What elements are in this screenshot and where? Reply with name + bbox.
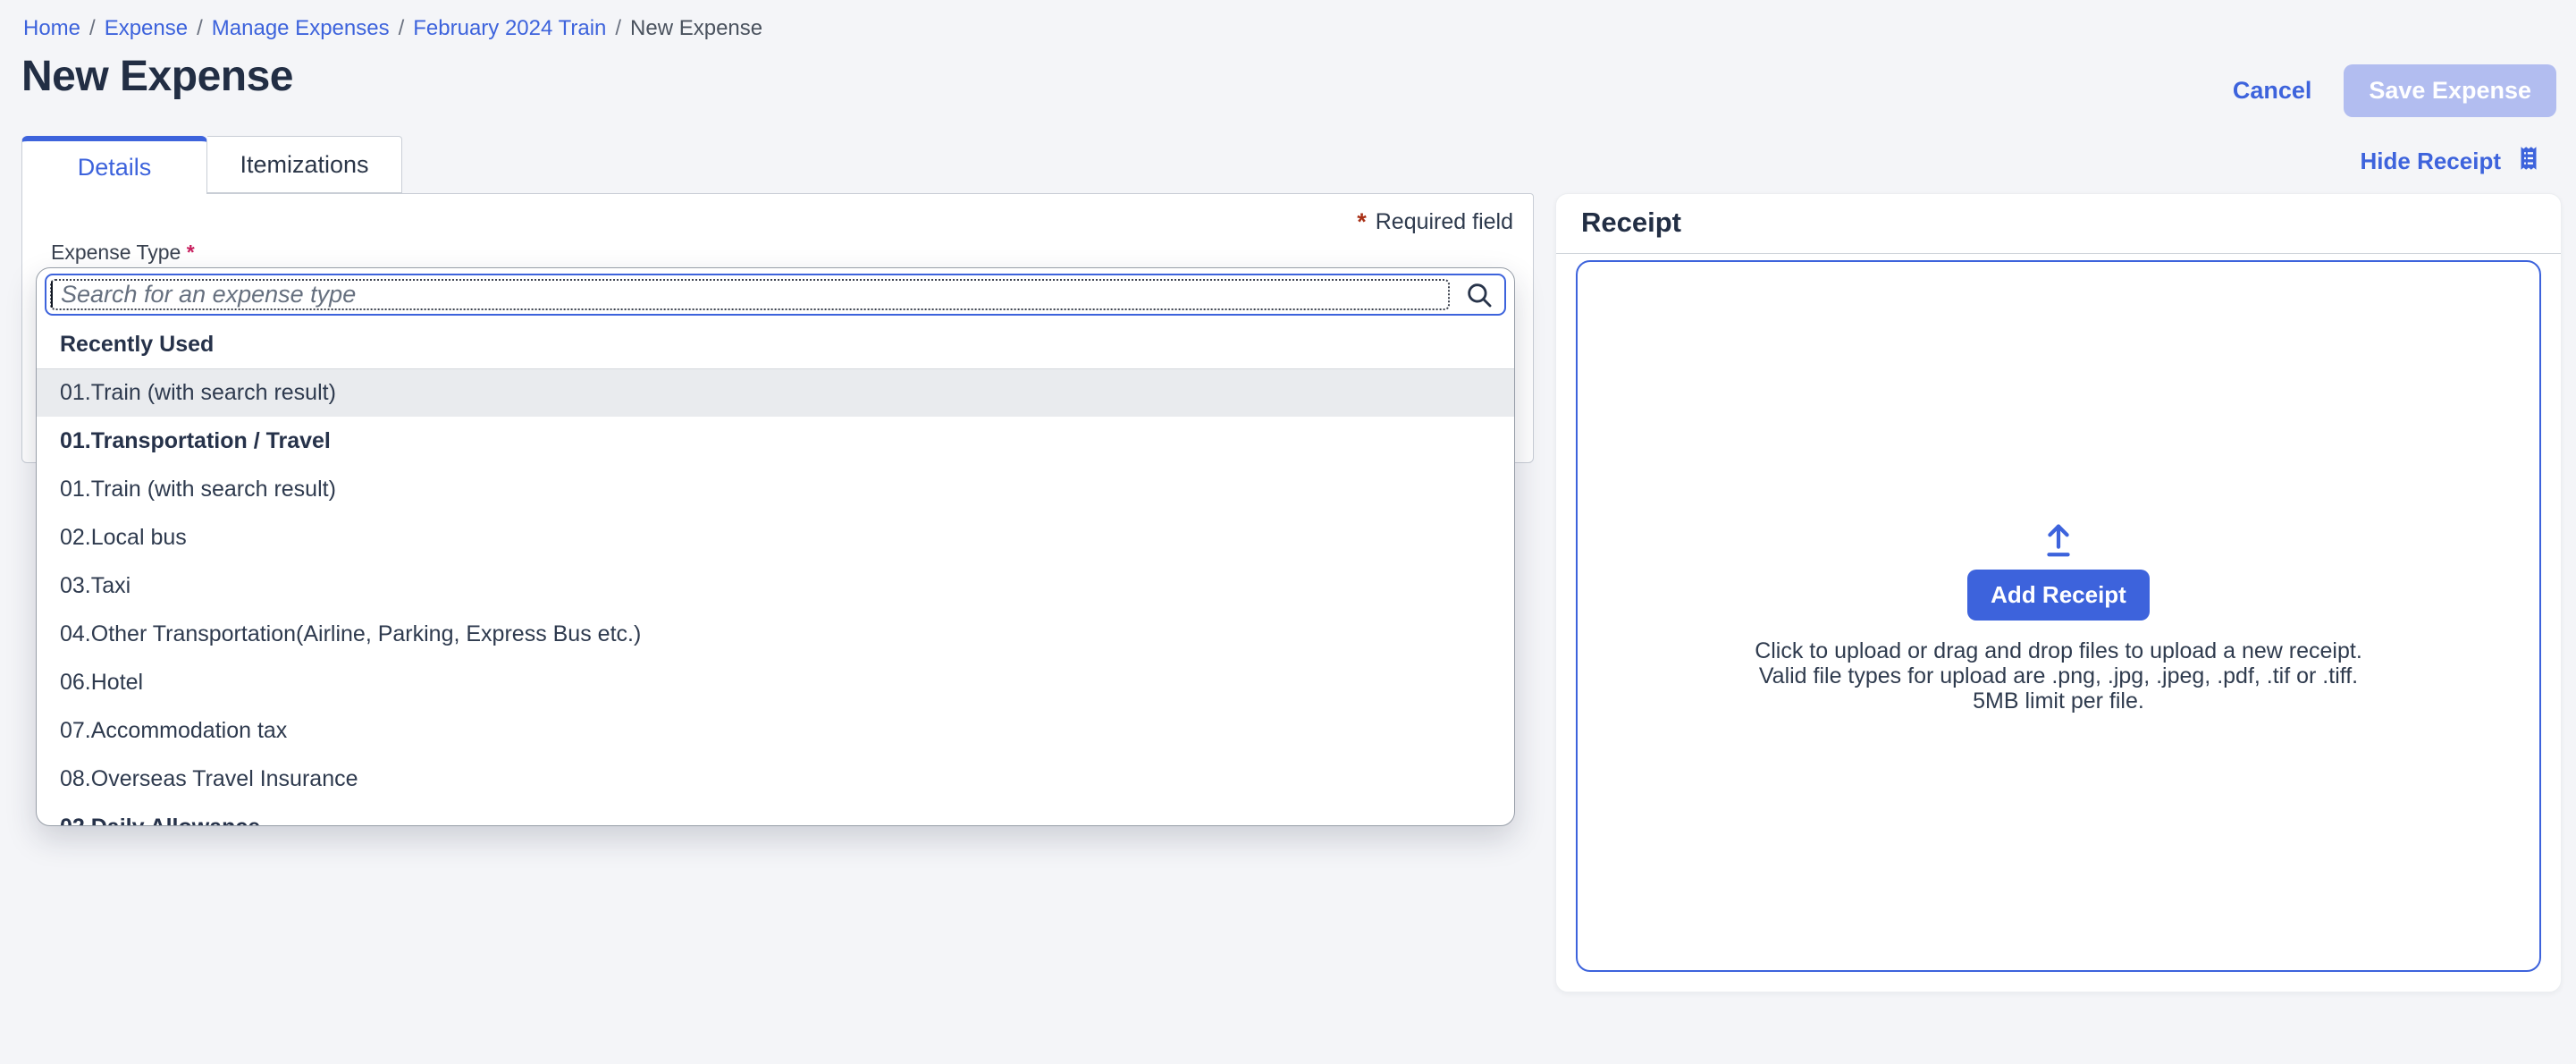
expense-type-search-area [37,268,1514,320]
search-icon[interactable] [1464,280,1494,310]
cancel-button[interactable]: Cancel [2233,77,2312,105]
upload-arrow-icon [2037,519,2080,561]
breadcrumb-separator: / [89,16,96,41]
breadcrumb-separator: / [399,16,405,41]
dropdown-group-daily-allowance-partial: 02.Daily Allowance [37,803,1514,826]
receipt-icon [2513,143,2544,180]
page-title: New Expense [21,52,293,101]
dropdown-item-train-recent[interactable]: 01.Train (with search result) [37,368,1514,417]
dropdown-item-other-transportation[interactable]: 04.Other Transportation(Airline, Parking… [37,610,1514,658]
dropdown-group-recently-used: Recently Used [37,320,1514,368]
required-field-label: Required field [1376,209,1513,235]
header-actions: Cancel Save Expense [2233,64,2556,117]
dropdown-item-taxi[interactable]: 03.Taxi [37,562,1514,610]
receipt-upload-dropzone[interactable]: Add Receipt Click to upload or drag and … [1576,260,2541,972]
breadcrumb-current: New Expense [630,16,762,41]
expense-type-label-text: Expense Type [51,241,181,264]
breadcrumb-home[interactable]: Home [23,16,80,41]
breadcrumb-report[interactable]: February 2024 Train [413,16,606,41]
tab-bar: Details Itemizations [21,136,402,194]
breadcrumb-separator: / [197,16,203,41]
dropdown-item-overseas-travel-insurance[interactable]: 08.Overseas Travel Insurance [37,755,1514,803]
add-receipt-button[interactable]: Add Receipt [1967,570,2150,621]
tab-itemizations[interactable]: Itemizations [207,136,402,193]
breadcrumb-separator: / [615,16,621,41]
expense-type-label: Expense Type * [51,241,195,265]
breadcrumb: Home / Expense / Manage Expenses / Febru… [23,16,762,41]
save-expense-button[interactable]: Save Expense [2344,64,2556,117]
upload-instructions-line1: Click to upload or drag and drop files t… [1755,638,2362,663]
receipt-panel-title: Receipt [1581,207,1681,239]
dropdown-item-local-bus[interactable]: 02.Local bus [37,513,1514,562]
breadcrumb-expense[interactable]: Expense [105,16,188,41]
receipt-divider [1556,253,2561,254]
dropdown-item-accommodation-tax[interactable]: 07.Accommodation tax [37,706,1514,755]
dropdown-group-transportation-travel: 01.Transportation / Travel [37,417,1514,465]
required-field-note: * Required field [1357,208,1513,236]
receipt-panel: Receipt Add Receipt Click to upload or d… [1555,193,2562,992]
expense-type-dropdown: Recently Used 01.Train (with search resu… [36,267,1515,826]
upload-instructions-line3: 5MB limit per file. [1755,688,2362,714]
dropdown-item-train[interactable]: 01.Train (with search result) [37,465,1514,513]
tab-details[interactable]: Details [21,136,207,194]
expense-type-required-asterisk: * [187,241,195,264]
hide-receipt-label: Hide Receipt [2361,148,2502,175]
required-asterisk: * [1357,208,1367,236]
expense-type-search-input[interactable] [45,274,1506,316]
dropdown-item-hotel[interactable]: 06.Hotel [37,658,1514,706]
upload-instructions: Click to upload or drag and drop files t… [1755,638,2362,714]
breadcrumb-manage-expenses[interactable]: Manage Expenses [212,16,390,41]
upload-instructions-line2: Valid file types for upload are .png, .j… [1755,663,2362,688]
hide-receipt-toggle[interactable]: Hide Receipt [2361,143,2545,180]
